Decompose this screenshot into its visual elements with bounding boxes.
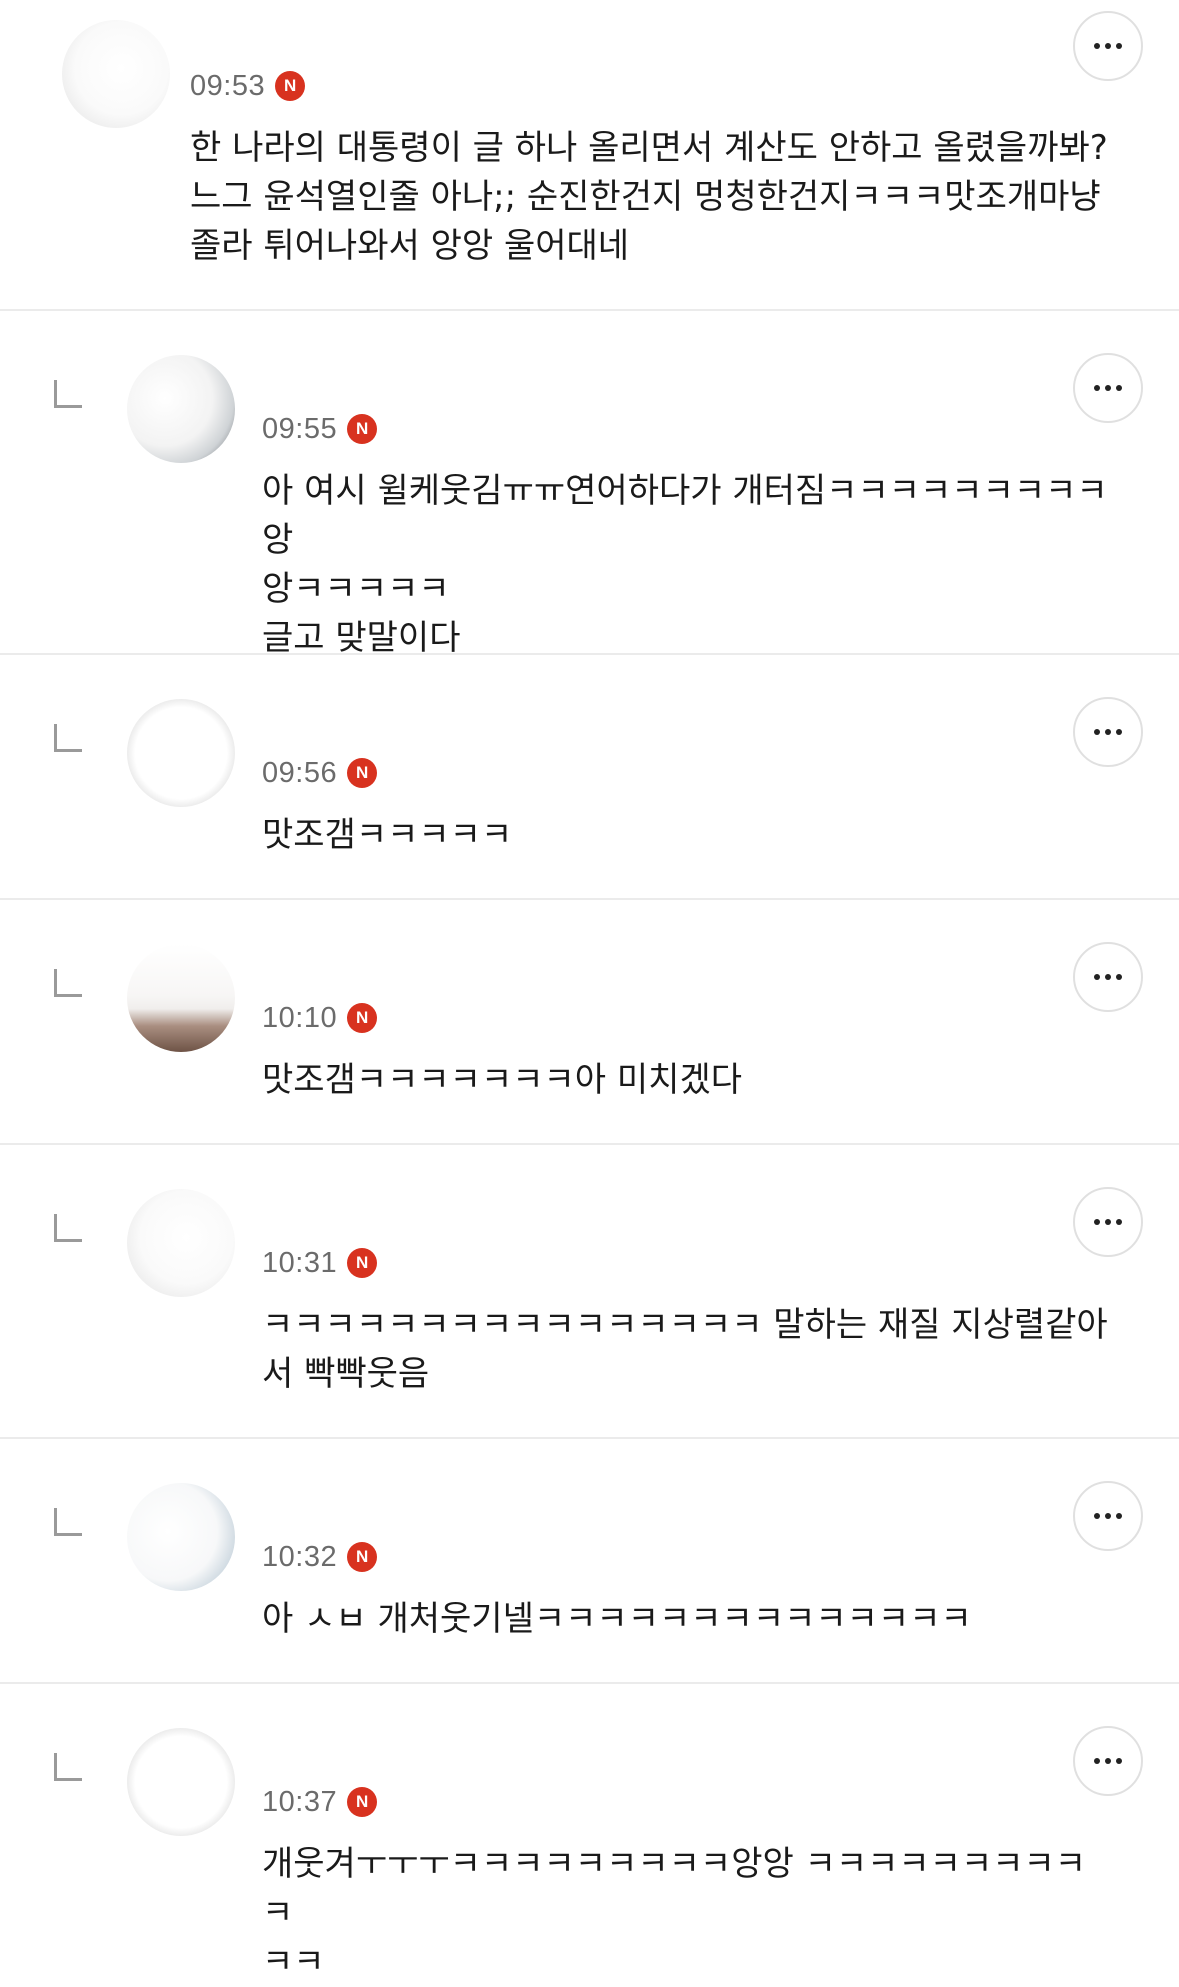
reply-corner-icon (54, 1508, 82, 1536)
comment-text: 한 나라의 대통령이 글 하나 올리면서 계산도 안하고 올렸을까봐? 느그 윤… (190, 128, 1108, 266)
more-horizontal-icon (1094, 1513, 1122, 1519)
new-badge-icon: N (347, 758, 378, 788)
avatar[interactable] (127, 1189, 235, 1297)
comment-text: 맛조갬ㅋㅋㅋㅋㅋㅋㅋ아 미치겠다 (262, 1060, 743, 1100)
avatar[interactable] (127, 1728, 235, 1836)
reply-item: 09:56 N 맛조갬ㅋㅋㅋㅋㅋ (0, 655, 1179, 900)
more-horizontal-icon (1094, 43, 1122, 49)
comment-text: 아 ㅅㅂ 개처웃기넬ㅋㅋㅋㅋㅋㅋㅋㅋㅋㅋㅋㅋㅋㅋ (262, 1599, 972, 1639)
reply-corner-icon (54, 380, 82, 408)
more-horizontal-icon (1094, 729, 1122, 735)
comment-text: ㅋㅋㅋㅋㅋㅋㅋㅋㅋㅋㅋㅋㅋㅋㅋㅋ 말하는 재질 지상렬같아 서 빡빡웃음 (262, 1305, 1108, 1394)
more-options-button[interactable] (1073, 1481, 1143, 1551)
more-options-button[interactable] (1073, 353, 1143, 423)
new-badge-icon: N (275, 71, 306, 101)
new-badge-icon: N (347, 414, 378, 444)
avatar[interactable] (127, 944, 235, 1052)
more-horizontal-icon (1094, 974, 1122, 980)
reply-item: 09:55 N 아 여시 윌케웃김ㅠㅠ연어하다가 개터짐ㅋㅋㅋㅋㅋㅋㅋㅋㅋ앙 앙… (0, 311, 1179, 658)
comment-time: 10:37 (262, 1785, 338, 1818)
comment-meta: 10:32 N (262, 1537, 378, 1577)
comment-meta: 10:31 N (262, 1243, 378, 1283)
comment-meta: 09:56 N (262, 753, 378, 793)
comment-text: 아 여시 윌케웃김ㅠㅠ연어하다가 개터짐ㅋㅋㅋㅋㅋㅋㅋㅋㅋ앙 앙ㅋㅋㅋㅋㅋ 글고… (262, 471, 1108, 658)
reply-corner-icon (54, 1753, 82, 1781)
comment-time: 09:55 (262, 412, 338, 445)
comment-meta: 09:55 N (262, 409, 378, 449)
avatar[interactable] (127, 355, 235, 463)
new-badge-icon: N (347, 1787, 378, 1817)
reply-corner-icon (54, 724, 82, 752)
comment-time: 10:31 (262, 1246, 338, 1279)
comment-item: 09:53 N 한 나라의 대통령이 글 하나 올리면서 계산도 안하고 올렸을… (0, 0, 1179, 311)
more-options-button[interactable] (1073, 697, 1143, 767)
avatar[interactable] (127, 699, 235, 807)
more-options-button[interactable] (1073, 11, 1143, 81)
comment-meta: 10:37 N (262, 1782, 378, 1822)
new-badge-icon: N (347, 1003, 378, 1033)
reply-item: 10:37 N 개웃겨ㅜㅜㅜㅋㅋㅋㅋㅋㅋㅋㅋㅋ앙앙 ㅋㅋㅋㅋㅋㅋㅋㅋㅋㅋ ㅋㅋ (0, 1684, 1179, 1982)
more-horizontal-icon (1094, 1758, 1122, 1764)
reply-item: 10:32 N 아 ㅅㅂ 개처웃기넬ㅋㅋㅋㅋㅋㅋㅋㅋㅋㅋㅋㅋㅋㅋ (0, 1439, 1179, 1684)
reply-corner-icon (54, 969, 82, 997)
reply-item: 10:10 N 맛조갬ㅋㅋㅋㅋㅋㅋㅋ아 미치겠다 (0, 900, 1179, 1145)
comment-text: 맛조갬ㅋㅋㅋㅋㅋ (262, 815, 513, 855)
more-horizontal-icon (1094, 385, 1122, 391)
comment-time: 09:53 (190, 69, 266, 102)
avatar[interactable] (62, 20, 170, 128)
reply-item: 10:31 N ㅋㅋㅋㅋㅋㅋㅋㅋㅋㅋㅋㅋㅋㅋㅋㅋ 말하는 재질 지상렬같아 서 … (0, 1145, 1179, 1439)
comment-time: 10:10 (262, 1001, 338, 1034)
more-horizontal-icon (1094, 1219, 1122, 1225)
reply-corner-icon (54, 1214, 82, 1242)
comment-time: 10:32 (262, 1540, 338, 1573)
more-options-button[interactable] (1073, 1726, 1143, 1796)
new-badge-icon: N (347, 1542, 378, 1572)
more-options-button[interactable] (1073, 1187, 1143, 1257)
comment-meta: 10:10 N (262, 998, 378, 1038)
comment-text: 개웃겨ㅜㅜㅜㅋㅋㅋㅋㅋㅋㅋㅋㅋ앙앙 ㅋㅋㅋㅋㅋㅋㅋㅋㅋㅋ ㅋㅋ (262, 1844, 1087, 1982)
avatar[interactable] (127, 1483, 235, 1591)
comment-meta: 09:53 N (190, 66, 306, 106)
comment-time: 09:56 (262, 756, 338, 789)
more-options-button[interactable] (1073, 942, 1143, 1012)
new-badge-icon: N (347, 1248, 378, 1278)
